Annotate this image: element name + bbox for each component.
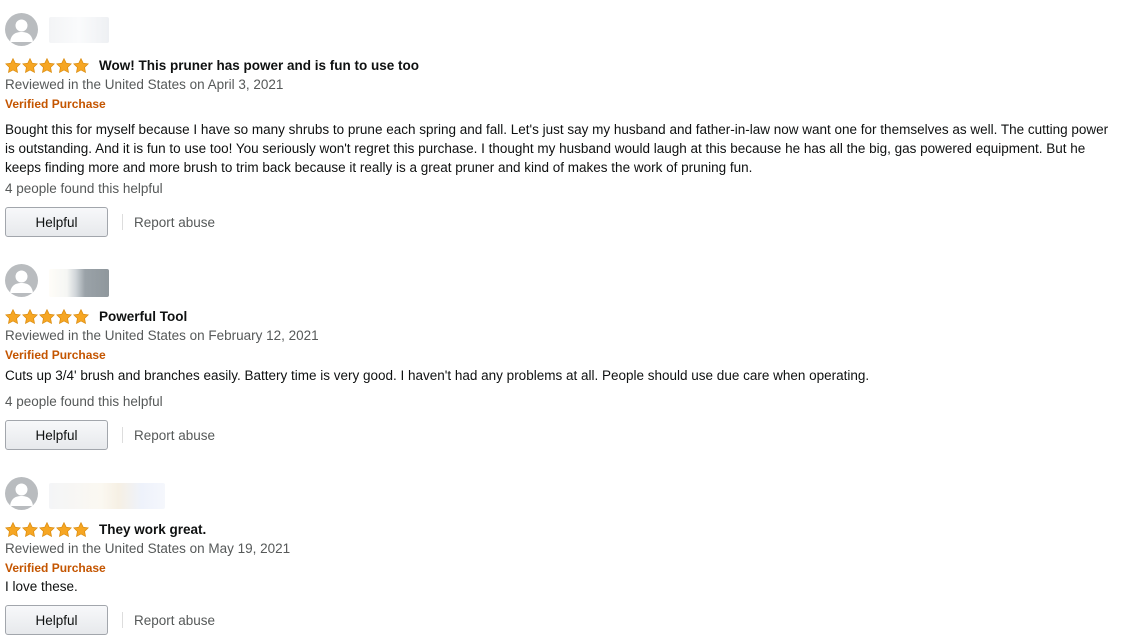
divider <box>122 427 123 443</box>
star-icon <box>22 521 38 537</box>
review-actions: Helpful Report abuse <box>5 420 215 450</box>
review-date: Reviewed in the United States on May 19,… <box>5 541 291 556</box>
star-icon <box>5 521 21 537</box>
helpful-count: 4 people found this helpful <box>5 394 163 409</box>
star-icon <box>73 521 89 537</box>
star-rating[interactable] <box>5 308 89 324</box>
avatar-icon <box>5 477 38 510</box>
review-actions: Helpful Report abuse <box>5 207 215 237</box>
divider <box>122 612 123 628</box>
reviewer-profile[interactable] <box>5 264 1120 298</box>
star-icon <box>73 57 89 73</box>
review-card: They work great. Reviewed in the United … <box>5 477 1120 639</box>
review-body: Cuts up 3/4' brush and branches easily. … <box>5 368 870 383</box>
helpful-button[interactable]: Helpful <box>5 420 108 450</box>
star-rating[interactable] <box>5 521 89 537</box>
review-title[interactable]: Wow! This pruner has power and is fun to… <box>99 58 419 73</box>
star-icon <box>56 521 72 537</box>
verified-purchase-badge: Verified Purchase <box>5 561 106 575</box>
star-icon <box>39 308 55 324</box>
reviewer-profile[interactable] <box>5 13 1120 47</box>
avatar-icon <box>5 264 38 297</box>
avatar-icon <box>5 13 38 46</box>
star-icon <box>5 308 21 324</box>
review-title-row: Powerful Tool <box>5 306 187 326</box>
star-icon <box>39 57 55 73</box>
review-body: Bought this for myself because I have so… <box>5 122 1109 175</box>
reviewer-name-redacted <box>49 483 165 509</box>
star-icon <box>39 521 55 537</box>
review-card: Powerful Tool Reviewed in the United Sta… <box>5 264 1120 454</box>
helpful-button[interactable]: Helpful <box>5 207 108 237</box>
review-title-row: Wow! This pruner has power and is fun to… <box>5 55 419 75</box>
star-rating[interactable] <box>5 57 89 73</box>
reviewer-name-redacted <box>49 269 109 297</box>
reviewer-profile[interactable] <box>5 477 1120 511</box>
star-icon <box>22 57 38 73</box>
review-title[interactable]: They work great. <box>99 522 206 537</box>
review-title-row: They work great. <box>5 519 206 539</box>
divider <box>122 214 123 230</box>
review-title[interactable]: Powerful Tool <box>99 309 187 324</box>
review-date: Reviewed in the United States on April 3… <box>5 77 284 92</box>
verified-purchase-badge: Verified Purchase <box>5 348 106 362</box>
helpful-count: 4 people found this helpful <box>5 181 163 196</box>
star-icon <box>73 308 89 324</box>
verified-purchase-badge: Verified Purchase <box>5 97 106 111</box>
review-actions: Helpful Report abuse <box>5 605 215 635</box>
star-icon <box>56 308 72 324</box>
reviewer-name-redacted <box>49 17 109 43</box>
star-icon <box>5 57 21 73</box>
review-body: I love these. <box>5 579 78 594</box>
review-date: Reviewed in the United States on Februar… <box>5 328 319 343</box>
report-abuse-link[interactable]: Report abuse <box>134 613 215 628</box>
star-icon <box>56 57 72 73</box>
report-abuse-link[interactable]: Report abuse <box>134 428 215 443</box>
review-card: Wow! This pruner has power and is fun to… <box>5 13 1120 243</box>
report-abuse-link[interactable]: Report abuse <box>134 215 215 230</box>
star-icon <box>22 308 38 324</box>
helpful-button[interactable]: Helpful <box>5 605 108 635</box>
